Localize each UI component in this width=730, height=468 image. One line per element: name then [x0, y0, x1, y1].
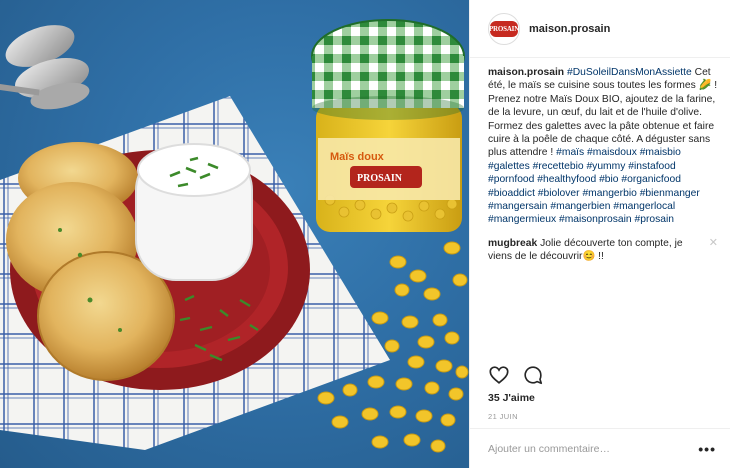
- comment-suffix: !!: [595, 251, 604, 263]
- jar-label-brand: PROSAIN: [357, 173, 403, 184]
- corn-jar: [311, 19, 465, 232]
- avatar[interactable]: PROSAIN: [488, 12, 520, 45]
- post-date[interactable]: 21 JUIN: [488, 412, 518, 421]
- comments-section: maison.prosain #DuSoleilDansMonAssiette …: [488, 66, 718, 362]
- jar-label-product: Maïs doux: [330, 151, 385, 163]
- smile-emoji: 😊: [582, 251, 596, 263]
- comment-username[interactable]: mugbreak: [488, 238, 537, 249]
- post-photo[interactable]: Maïs doux PROSAIN: [0, 0, 469, 468]
- header-username[interactable]: maison.prosain: [529, 23, 610, 35]
- comment-item: mugbreak Jolie découverte ton compte, je…: [488, 237, 718, 264]
- comment-bubble-icon[interactable]: [522, 364, 544, 386]
- corn-emoji: 🌽: [698, 80, 712, 92]
- add-comment-bar: •••: [470, 428, 730, 468]
- post-sidebar: PROSAIN maison.prosain maison.prosain #D…: [469, 0, 730, 468]
- close-icon[interactable]: ✕: [709, 237, 718, 250]
- spoons: [0, 25, 90, 110]
- prosain-logo: PROSAIN: [489, 20, 519, 37]
- likes-count[interactable]: 35 J'aime: [488, 392, 535, 404]
- caption: maison.prosain #DuSoleilDansMonAssiette …: [488, 66, 718, 227]
- post-actions: [488, 364, 544, 386]
- cream-glass: [135, 143, 253, 281]
- heart-icon[interactable]: [488, 364, 510, 386]
- caption-hashtags[interactable]: #maïs #maisdoux #maisbio #galettes #rece…: [488, 147, 700, 225]
- photo-illustration: Maïs doux PROSAIN: [0, 19, 469, 453]
- caption-username[interactable]: maison.prosain: [488, 67, 564, 78]
- comment-input[interactable]: [488, 442, 699, 455]
- caption-title-hashtag[interactable]: #DuSoleilDansMonAssiette: [567, 67, 692, 78]
- more-options-icon[interactable]: •••: [698, 441, 716, 457]
- post-header: PROSAIN maison.prosain: [470, 0, 730, 58]
